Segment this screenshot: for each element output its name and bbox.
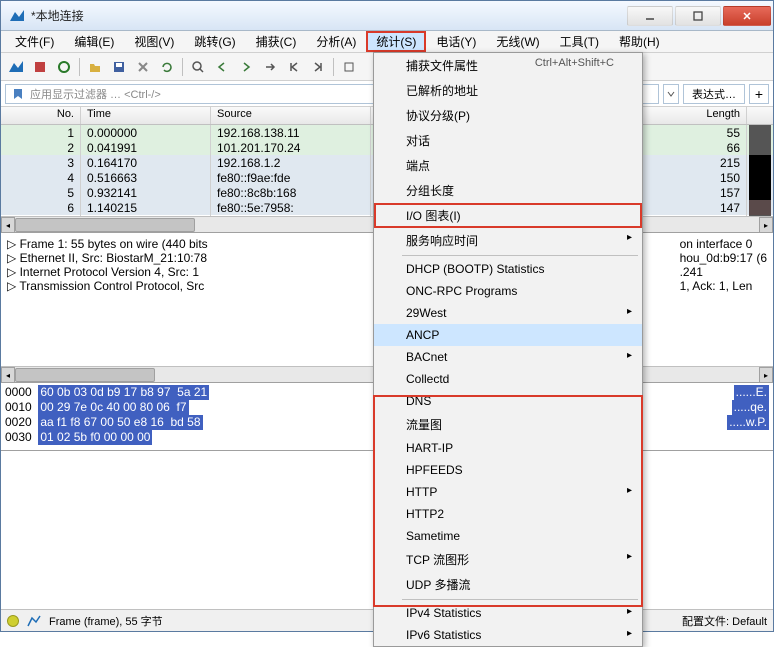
capture-info-icon (27, 614, 41, 628)
menu-item-ipv4statistics[interactable]: IPv4 Statistics (374, 602, 642, 624)
close-button[interactable] (723, 6, 771, 26)
minimize-button[interactable] (627, 6, 673, 26)
menu-工具[interactable]: 工具(T) (550, 31, 609, 52)
menu-item-dhcpbootpstatistics[interactable]: DHCP (BOOTP) Statistics (374, 258, 642, 280)
menu-编辑[interactable]: 编辑(E) (64, 31, 124, 52)
detail-suffix: 1, Ack: 1, Len (680, 279, 767, 293)
titlebar: *本地连接 (1, 1, 773, 31)
menu-item-ancp[interactable]: ANCP (374, 324, 642, 346)
menu-item-oncrpcprograms[interactable]: ONC-RPC Programs (374, 280, 642, 302)
menu-item-http[interactable]: HTTP (374, 481, 642, 503)
menu-item-collectd[interactable]: Collectd (374, 368, 642, 390)
detail-suffix: hou_0d:b9:17 (6 (680, 251, 767, 265)
statistics-menu-dropdown: 捕获文件属性Ctrl+Alt+Shift+C已解析的地址协议分级(P)对话端点分… (373, 52, 643, 647)
menu-item-hartip[interactable]: HART-IP (374, 437, 642, 459)
restart-button[interactable] (53, 56, 75, 78)
menu-捕获[interactable]: 捕获(C) (246, 31, 307, 52)
menu-统计[interactable]: 统计(S) (366, 31, 426, 52)
filter-placeholder: 应用显示过滤器 … <Ctrl-/> (30, 86, 161, 102)
menu-item-http2[interactable]: HTTP2 (374, 503, 642, 525)
expert-info-button[interactable] (7, 615, 19, 627)
menu-item-[interactable]: 分组长度 (374, 178, 642, 203)
expression-button[interactable]: 表达式… (683, 84, 745, 104)
menu-帮助[interactable]: 帮助(H) (609, 31, 670, 52)
menu-item-[interactable]: 捕获文件属性Ctrl+Alt+Shift+C (374, 53, 642, 78)
col-no[interactable]: No. (1, 107, 81, 124)
shark-icon-button[interactable] (5, 56, 27, 78)
col-time[interactable]: Time (81, 107, 211, 124)
add-filter-button[interactable]: + (749, 84, 769, 104)
menu-item-sametime[interactable]: Sametime (374, 525, 642, 547)
col-src[interactable]: Source (211, 107, 371, 124)
window-title: *本地连接 (31, 7, 84, 24)
col-len[interactable]: Length (687, 107, 747, 124)
filter-dropdown-arrow[interactable] (663, 84, 679, 104)
menu-item-udp[interactable]: UDP 多播流 (374, 572, 642, 597)
menu-item-tcp[interactable]: TCP 流图形 (374, 547, 642, 572)
reload-button[interactable] (156, 56, 178, 78)
last-button[interactable] (307, 56, 329, 78)
menu-文件[interactable]: 文件(F) (5, 31, 64, 52)
detail-suffix: .241 (680, 265, 767, 279)
close-file-button[interactable] (132, 56, 154, 78)
menu-item-[interactable]: 流量图 (374, 412, 642, 437)
menubar: 文件(F)编辑(E)视图(V)跳转(G)捕获(C)分析(A)统计(S)电话(Y)… (1, 31, 773, 53)
menu-item-dns[interactable]: DNS (374, 390, 642, 412)
menu-item-[interactable]: 服务响应时间 (374, 228, 642, 253)
menu-分析[interactable]: 分析(A) (306, 31, 366, 52)
menu-电话[interactable]: 电话(Y) (426, 31, 486, 52)
find-button[interactable] (187, 56, 209, 78)
profile-label[interactable]: 配置文件: Default (682, 613, 767, 629)
status-text: Frame (frame), 55 字节 (49, 613, 163, 629)
packet-colorbar (749, 125, 771, 230)
first-button[interactable] (283, 56, 305, 78)
prev-button[interactable] (211, 56, 233, 78)
save-button[interactable] (108, 56, 130, 78)
autoscroll-button[interactable] (338, 56, 360, 78)
next-button[interactable] (235, 56, 257, 78)
menu-item-p[interactable]: 协议分级(P) (374, 103, 642, 128)
detail-suffix: on interface 0 (680, 237, 767, 251)
menu-item-hpfeeds[interactable]: HPFEEDS (374, 459, 642, 481)
menu-item-bacnet[interactable]: BACnet (374, 346, 642, 368)
maximize-button[interactable] (675, 6, 721, 26)
menu-item-[interactable]: 对话 (374, 128, 642, 153)
bookmark-icon (12, 88, 24, 100)
menu-item-[interactable]: 已解析的地址 (374, 78, 642, 103)
wireshark-icon (9, 8, 25, 24)
goto-button[interactable] (259, 56, 281, 78)
open-button[interactable] (84, 56, 106, 78)
menu-视图[interactable]: 视图(V) (124, 31, 184, 52)
menu-item-ipv6statistics[interactable]: IPv6 Statistics (374, 624, 642, 646)
chevron-down-icon (667, 90, 675, 98)
menu-item-29west[interactable]: 29West (374, 302, 642, 324)
stop-button[interactable] (29, 56, 51, 78)
menu-跳转[interactable]: 跳转(G) (184, 31, 245, 52)
menu-无线[interactable]: 无线(W) (486, 31, 549, 52)
menu-item-ioi[interactable]: I/O 图表(I) (374, 203, 642, 228)
menu-item-[interactable]: 端点 (374, 153, 642, 178)
